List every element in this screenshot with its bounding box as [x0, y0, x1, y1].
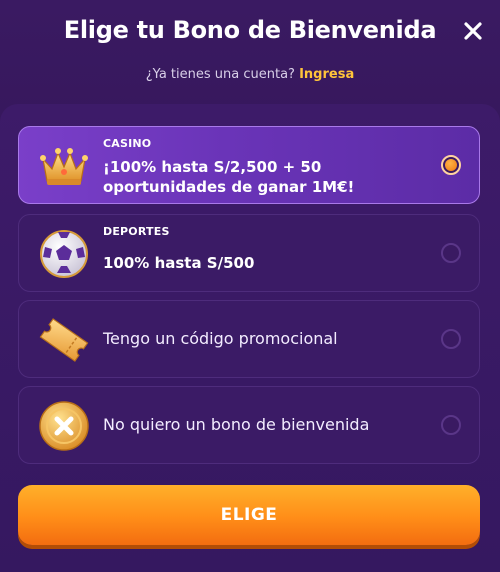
- account-prompt: ¿Ya tienes una cuenta? Ingresa: [0, 67, 500, 82]
- soccer-ball-icon: [40, 230, 88, 278]
- bonus-option-no-bonus[interactable]: No quiero un bono de bienvenida: [18, 386, 480, 464]
- page-title: Elige tu Bono de Bienvenida: [63, 16, 437, 44]
- no-bonus-coin-icon: [39, 401, 89, 451]
- radio-unselected[interactable]: [441, 329, 461, 349]
- login-link[interactable]: Ingresa: [299, 67, 354, 82]
- option-category: CASINO: [103, 137, 152, 150]
- ticket-icon: [39, 318, 89, 362]
- option-category: DEPORTES: [103, 225, 170, 238]
- crown-icon: [40, 148, 88, 185]
- bonus-option-sports[interactable]: DEPORTES 100% hasta S/500: [18, 214, 480, 292]
- option-offer-line1: ¡100% hasta S/2,500 + 50: [103, 158, 322, 176]
- option-label: Tengo un código promocional: [103, 329, 338, 348]
- close-icon: [464, 22, 482, 40]
- choose-button[interactable]: ELIGE: [18, 485, 480, 545]
- close-button[interactable]: [460, 18, 486, 44]
- option-label: No quiero un bono de bienvenida: [103, 415, 370, 434]
- radio-selected[interactable]: [441, 155, 461, 175]
- option-offer-line2: oportunidades de ganar 1M€!: [103, 178, 355, 196]
- bonus-option-promo-code[interactable]: Tengo un código promocional: [18, 300, 480, 378]
- radio-unselected[interactable]: [441, 415, 461, 435]
- option-offer-line1: 100% hasta S/500: [103, 254, 255, 272]
- radio-unselected[interactable]: [441, 243, 461, 263]
- account-question: ¿Ya tienes una cuenta?: [145, 67, 295, 82]
- bonus-option-casino[interactable]: CASINO ¡100% hasta S/2,500 + 50 oportuni…: [18, 126, 480, 204]
